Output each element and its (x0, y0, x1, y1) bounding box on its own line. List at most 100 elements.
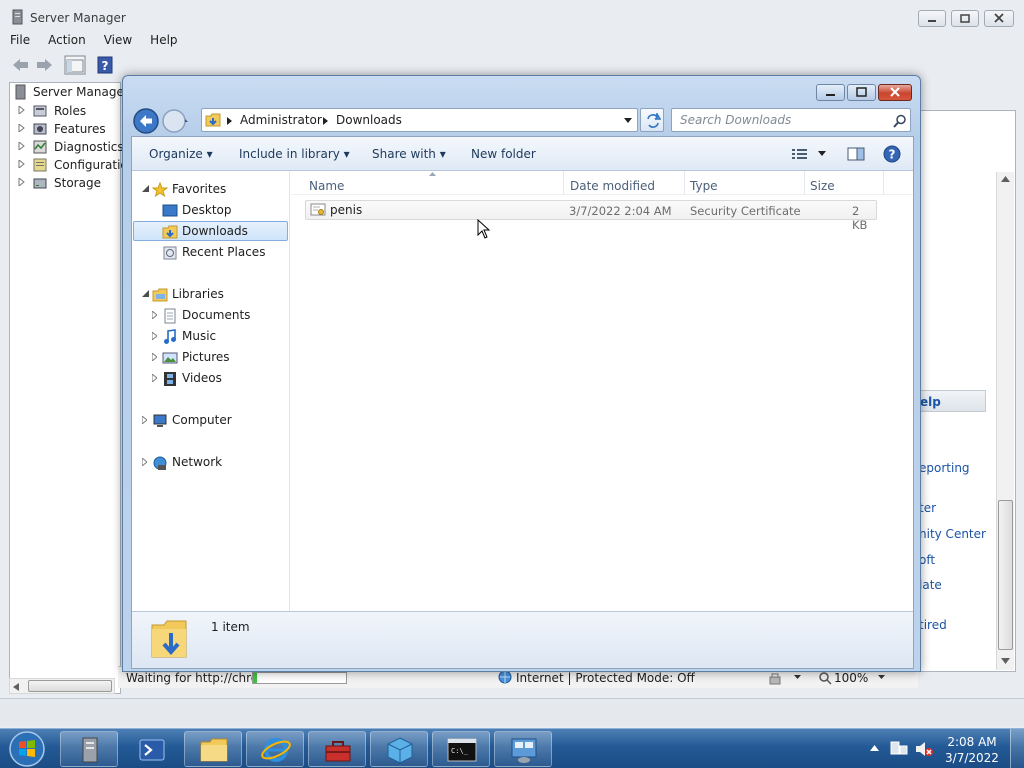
chevron-down-icon[interactable] (624, 118, 632, 123)
horizontal-scrollbar[interactable] (9, 678, 115, 694)
tree-item-diagnostics[interactable]: Diagnostics (10, 138, 122, 156)
action-center-icon[interactable] (890, 740, 908, 756)
nav-computer[interactable]: Computer (132, 410, 290, 431)
link-microsoft[interactable]: oft (919, 553, 935, 567)
breadcrumb-separator-icon[interactable] (227, 117, 232, 125)
expand-icon[interactable] (152, 311, 157, 319)
scrollbar-thumb[interactable] (28, 680, 112, 692)
tree-item-configuration[interactable]: Configuration (10, 156, 122, 174)
zoom-level[interactable]: 100% (834, 671, 868, 685)
link-update[interactable]: late (919, 578, 942, 592)
menu-action[interactable]: Action (38, 30, 94, 52)
share-with-button[interactable]: Share with ▾ (372, 147, 446, 161)
scrollbar-thumb[interactable] (998, 500, 1013, 650)
expand-icon[interactable] (18, 124, 26, 132)
minimize-button[interactable] (918, 10, 946, 27)
zoom-icon[interactable] (818, 671, 832, 685)
column-header-name[interactable]: Name (309, 179, 344, 193)
taskbar-server-manager[interactable] (60, 731, 118, 767)
expand-icon[interactable] (142, 458, 147, 466)
column-divider[interactable] (684, 171, 685, 195)
scroll-up-icon[interactable] (1001, 176, 1010, 182)
nav-desktop[interactable]: Desktop (132, 200, 290, 221)
forward-button[interactable] (162, 109, 186, 133)
nav-libraries[interactable]: Libraries (132, 284, 290, 305)
expand-icon[interactable] (18, 178, 26, 186)
nav-favorites[interactable]: Favorites (132, 179, 290, 200)
breadcrumb-administrator[interactable]: Administrator (240, 113, 322, 127)
menu-help[interactable]: Help (140, 30, 185, 52)
vertical-scrollbar[interactable] (996, 172, 1014, 670)
volume-muted-icon[interactable] (914, 740, 934, 758)
help-icon[interactable]: ? (97, 56, 113, 74)
clock[interactable]: 2:08 AM 3/7/2022 (944, 734, 1000, 766)
link-center[interactable]: ter (919, 501, 936, 515)
nav-network[interactable]: Network (132, 452, 290, 473)
taskbar-toolbox[interactable] (308, 731, 366, 767)
start-button[interactable] (7, 730, 47, 768)
recent-pages-chevron-icon[interactable] (185, 119, 188, 122)
nav-music[interactable]: Music (132, 326, 290, 347)
chevron-down-icon[interactable] (878, 675, 885, 679)
collapse-icon[interactable] (142, 290, 149, 297)
scroll-left-icon[interactable] (13, 683, 19, 691)
column-header-size[interactable]: Size (810, 179, 835, 193)
taskbar-internet-explorer[interactable] (246, 731, 304, 767)
taskbar-powershell[interactable] (122, 731, 180, 767)
column-header-type[interactable]: Type (690, 179, 718, 193)
file-row[interactable]: penis 3/7/2022 2:04 AM Security Certific… (305, 200, 877, 232)
address-bar[interactable]: Administrator Downloads (201, 108, 638, 132)
link-security-center[interactable]: nity Center (919, 527, 986, 541)
column-divider[interactable] (563, 171, 564, 195)
menu-view[interactable]: View (94, 30, 140, 52)
tree-item-storage[interactable]: Storage (10, 174, 122, 192)
scroll-down-icon[interactable] (1001, 658, 1010, 664)
breadcrumb-downloads[interactable]: Downloads (336, 113, 402, 127)
nav-pictures[interactable]: Pictures (132, 347, 290, 368)
preview-pane-icon[interactable] (847, 147, 865, 161)
forward-arrow-icon[interactable] (35, 57, 53, 73)
taskbar-explorer[interactable] (184, 731, 242, 767)
new-folder-button[interactable]: New folder (471, 147, 536, 161)
expand-icon[interactable] (18, 160, 26, 168)
maximize-button[interactable] (847, 84, 876, 101)
taskbar-command-prompt[interactable]: C:\_ (432, 731, 490, 767)
expand-icon[interactable] (152, 374, 157, 382)
view-options-icon[interactable] (792, 148, 808, 160)
expand-icon[interactable] (152, 353, 157, 361)
column-header-date[interactable]: Date modified (570, 179, 655, 193)
help-icon[interactable]: ? (883, 145, 901, 163)
expand-icon[interactable] (142, 416, 147, 424)
expand-icon[interactable] (152, 332, 157, 340)
tree-item-server-manager[interactable]: Server Manager ( (10, 83, 122, 101)
menu-file[interactable]: File (0, 30, 38, 52)
minimize-button[interactable] (816, 84, 845, 101)
include-in-library-button[interactable]: Include in library ▾ (239, 147, 350, 161)
search-box[interactable]: Search Downloads (671, 108, 911, 132)
show-hidden-icons-icon[interactable] (870, 745, 879, 751)
taskbar-control-panel[interactable] (494, 731, 552, 767)
nav-recent-places[interactable]: Recent Places (132, 242, 290, 263)
show-hide-console-tree-icon[interactable] (64, 55, 86, 75)
nav-downloads[interactable]: Downloads (132, 221, 290, 242)
tree-item-features[interactable]: Features (10, 120, 122, 138)
link-retired[interactable]: tired (919, 618, 947, 632)
search-icon[interactable] (893, 114, 907, 128)
maximize-button[interactable] (951, 10, 979, 27)
column-divider[interactable] (804, 171, 805, 195)
expand-icon[interactable] (18, 106, 26, 114)
back-arrow-icon[interactable] (12, 57, 30, 73)
refresh-button[interactable] (640, 108, 664, 132)
column-divider[interactable] (883, 171, 884, 195)
chevron-down-icon[interactable] (794, 675, 801, 679)
show-desktop-button[interactable] (1010, 729, 1024, 768)
security-lock-icon[interactable] (768, 671, 782, 685)
link-reporting[interactable]: eporting (919, 461, 970, 475)
close-button[interactable] (984, 10, 1014, 27)
nav-videos[interactable]: Videos (132, 368, 290, 389)
close-button[interactable] (878, 84, 912, 101)
organize-button[interactable]: Organize ▾ (149, 147, 213, 161)
expand-icon[interactable] (18, 142, 26, 150)
chevron-down-icon[interactable] (818, 151, 826, 156)
tree-item-roles[interactable]: Roles (10, 102, 122, 120)
